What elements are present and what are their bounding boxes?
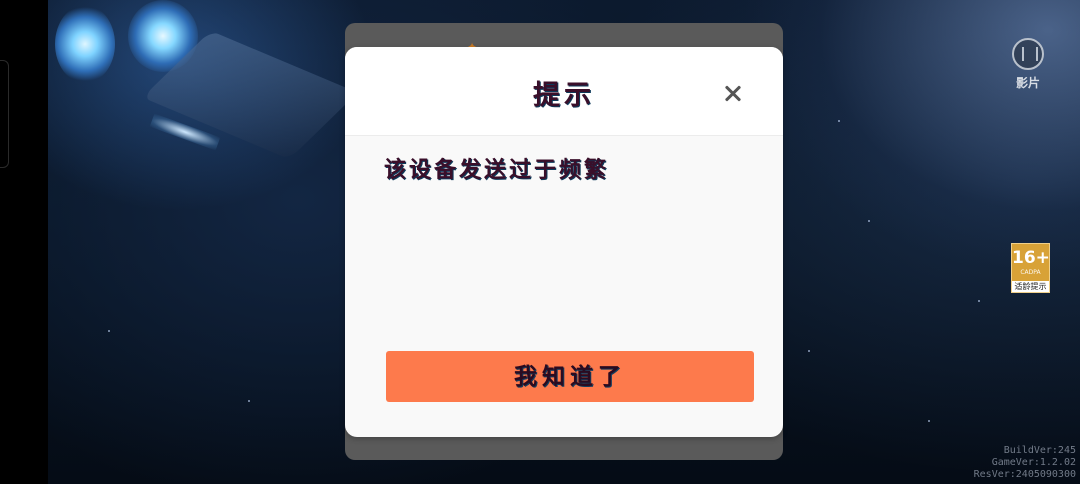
star: [868, 220, 870, 222]
version-info: BuildVer:245 GameVer:1.2.02 ResVer:24050…: [974, 445, 1076, 481]
dialog-message: 该设备发送过于频繁: [384, 157, 610, 183]
star: [928, 420, 930, 422]
age-rating-caption: 适龄提示: [1012, 281, 1049, 292]
game-version: GameVer:1.2.02: [991, 457, 1076, 468]
device-edge: [0, 60, 9, 168]
confirm-button[interactable]: 我知道了: [386, 351, 754, 402]
age-rating-number: 16+: [1012, 248, 1050, 268]
spaceship-engine-glow: [55, 5, 115, 83]
film-reel-icon: [1012, 38, 1044, 70]
movie-label: 影片: [1015, 76, 1040, 90]
star: [838, 120, 840, 122]
dialog-header: 提示: [345, 47, 783, 136]
star: [978, 300, 980, 302]
close-icon[interactable]: [717, 78, 747, 108]
star: [248, 400, 250, 402]
star: [108, 330, 110, 332]
movie-button[interactable]: 影片: [1006, 38, 1050, 96]
game-screen: 影片 16+ CADPA 适龄提示 BuildVer:245 GameVer:1…: [0, 0, 1080, 484]
age-rating-org: CADPA: [1020, 269, 1041, 276]
star: [808, 350, 810, 352]
build-version: BuildVer:245: [1003, 445, 1076, 456]
res-version: ResVer:2405090300: [973, 469, 1076, 480]
age-rating-badge[interactable]: 16+ CADPA 适龄提示: [1011, 243, 1050, 293]
alert-dialog: 提示 该设备发送过于频繁 我知道了: [345, 47, 783, 437]
